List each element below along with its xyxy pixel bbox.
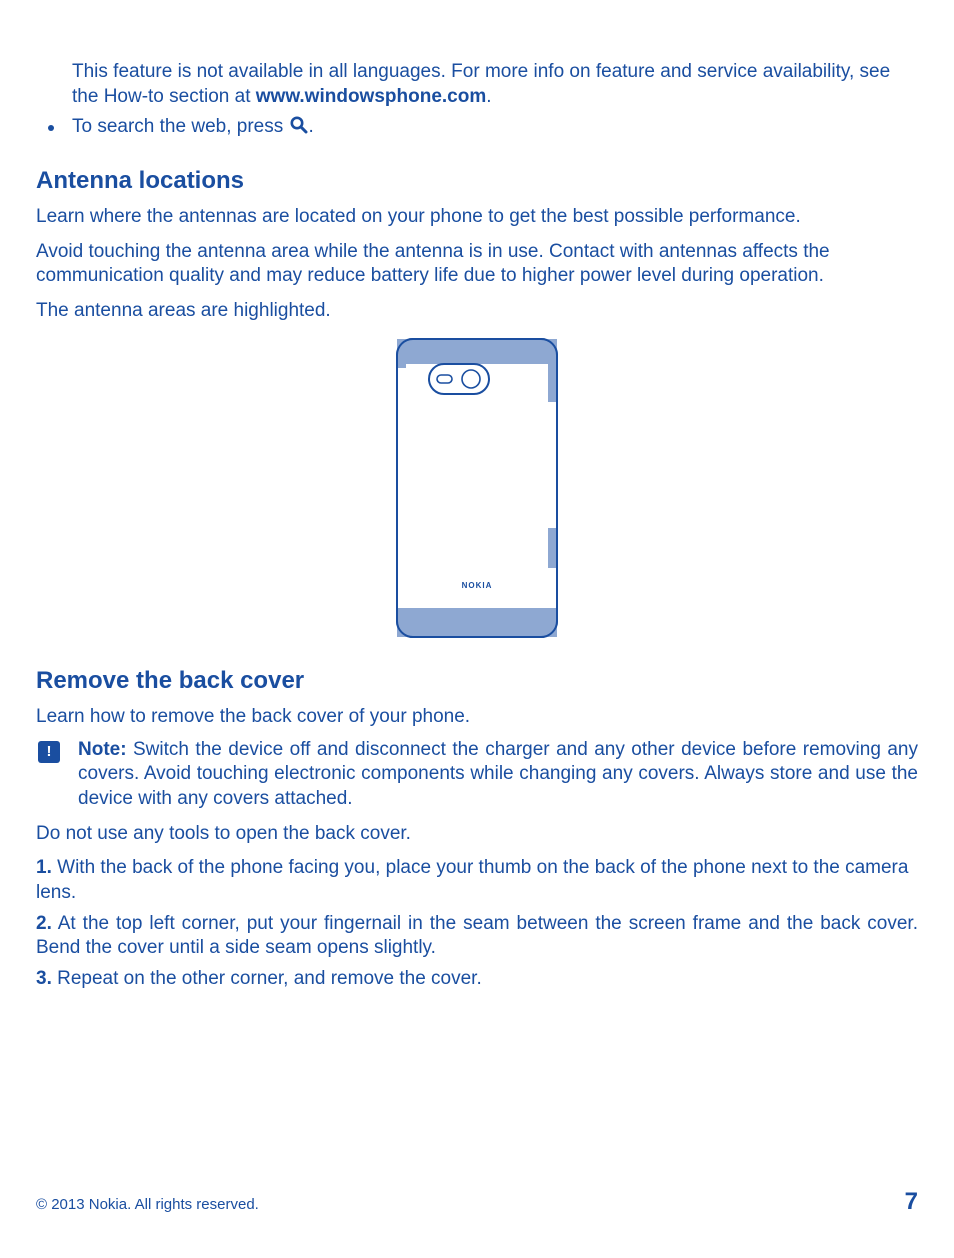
note-block: ! Note: Switch the device off and discon… [36,738,918,812]
bullet-text-a: To search the web, press [72,116,289,137]
page-footer: © 2013 Nokia. All rights reserved. 7 [36,1188,918,1216]
antenna-heading: Antenna locations [36,167,918,195]
step2-num: 2. [36,913,52,934]
step1-num: 1. [36,857,52,878]
backcover-heading: Remove the back cover [36,667,918,695]
phone-back-illustration: NOKIA [396,338,558,638]
step2-text: At the top left corner, put your fingern… [36,913,918,959]
bullet-item: To search the web, press . [36,115,918,143]
step3-num: 3. [36,968,52,989]
note-text: Switch the device off and disconnect the… [78,739,918,809]
step-2: 2. At the top left corner, put your fing… [36,912,918,961]
antenna-figure: NOKIA [36,338,918,643]
backcover-p1: Learn how to remove the back cover of yo… [36,705,918,730]
step-3: 3. Repeat on the other corner, and remov… [36,967,918,992]
antenna-p2: Avoid touching the antenna area while th… [36,240,918,289]
phone-brand-label: NOKIA [462,581,493,590]
page-number: 7 [905,1188,918,1216]
intro-paragraph: This feature is not available in all lan… [72,60,918,109]
intro-text-c: . [486,86,491,107]
intro-url: www.windowsphone.com [256,86,486,107]
note-label: Note: [78,739,127,760]
bullet-dot-icon [48,125,54,131]
backcover-p2: Do not use any tools to open the back co… [36,822,918,847]
step-1: 1. With the back of the phone facing you… [36,856,918,905]
antenna-p1: Learn where the antennas are located on … [36,205,918,230]
step3-text: Repeat on the other corner, and remove t… [52,968,482,989]
bullet-text-c: . [309,116,314,137]
antenna-p3: The antenna areas are highlighted. [36,299,918,324]
search-icon [289,115,309,143]
note-icon: ! [38,741,60,763]
copyright-text: © 2013 Nokia. All rights reserved. [36,1196,259,1213]
step1-text: With the back of the phone facing you, p… [36,857,908,903]
